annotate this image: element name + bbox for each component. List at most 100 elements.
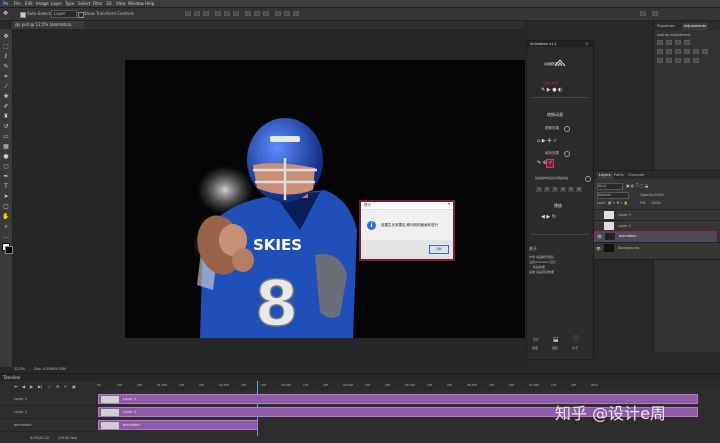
number-button[interactable]: 4 bbox=[560, 187, 566, 192]
menu-image[interactable]: Image bbox=[36, 1, 49, 6]
track-header[interactable]: animation bbox=[0, 420, 96, 432]
menu-select[interactable]: Select bbox=[78, 1, 90, 6]
tab-channels[interactable]: Channels bbox=[628, 173, 644, 178]
align-left-icon[interactable] bbox=[215, 11, 221, 16]
curves-icon[interactable] bbox=[675, 40, 681, 45]
bw-icon[interactable] bbox=[684, 49, 690, 54]
help-icon[interactable] bbox=[564, 151, 570, 157]
fill-value[interactable]: 100% bbox=[651, 201, 661, 206]
image-canvas[interactable]: 8 SKIES bbox=[125, 60, 525, 338]
visibility-icon[interactable]: 👁 bbox=[596, 246, 601, 251]
menu-type[interactable]: Type bbox=[65, 1, 74, 6]
auto-select-checkbox[interactable] bbox=[20, 12, 26, 18]
background-color-swatch[interactable] bbox=[5, 246, 13, 254]
levels-icon[interactable] bbox=[666, 40, 672, 45]
align-top-icon[interactable] bbox=[185, 11, 191, 16]
distribute-top-icon[interactable] bbox=[245, 11, 251, 16]
options-icon[interactable]: ▭ bbox=[533, 337, 539, 343]
help-icon[interactable] bbox=[564, 126, 570, 132]
save-icon[interactable]: ⬓ bbox=[553, 337, 559, 343]
menu-help[interactable]: Help bbox=[145, 1, 154, 6]
gradient-icon[interactable]: ▦ bbox=[2, 143, 10, 151]
document-tab[interactable]: 选(.psd @ 12.5% (animation, RGB/8) * bbox=[12, 21, 84, 35]
help-icon[interactable] bbox=[585, 176, 591, 182]
blur-icon[interactable]: ● bbox=[2, 153, 10, 161]
zoom-level[interactable]: 12.5% bbox=[14, 367, 25, 372]
about-label[interactable]: 关于 bbox=[572, 346, 578, 351]
layer-select[interactable]: Layer bbox=[51, 10, 77, 18]
number-button[interactable]: 5 bbox=[568, 187, 574, 192]
posterize-icon[interactable] bbox=[666, 58, 672, 63]
menu-layer[interactable]: Layer bbox=[51, 1, 62, 6]
ok-button[interactable]: OK bbox=[429, 245, 449, 254]
timeline-ruler[interactable]: 00 10f 20f 01:00f 10f 20f 02:00f 10f 20f… bbox=[97, 382, 720, 390]
info-icon[interactable]: ⓘ bbox=[573, 337, 579, 343]
quick-select-icon[interactable]: ✎ bbox=[2, 63, 10, 71]
workspace-icon[interactable] bbox=[640, 11, 646, 16]
number-button[interactable]: 1 bbox=[536, 187, 542, 192]
number-button[interactable]: 3 bbox=[552, 187, 558, 192]
zoom-icon[interactable]: ⌕ bbox=[2, 223, 10, 231]
effect-controls-1[interactable]: ⌂ ▶ ✣ ✓ bbox=[537, 139, 557, 144]
marquee-icon[interactable]: ⬚ bbox=[2, 43, 10, 51]
stamp-icon[interactable]: ♜ bbox=[2, 113, 10, 121]
filter-icons[interactable]: ▣ ◐ T ▢ ⬓ bbox=[626, 183, 648, 188]
move-tool-icon[interactable]: ✥ bbox=[3, 11, 8, 17]
first-frame-icon[interactable]: ⏮ bbox=[14, 384, 18, 389]
blend-mode-select[interactable]: Normal bbox=[597, 192, 629, 199]
transition-icon[interactable]: ▣ bbox=[72, 384, 76, 389]
tab-layers[interactable]: Layers bbox=[597, 172, 613, 179]
more-tools-icon[interactable]: … bbox=[2, 233, 10, 241]
number-button[interactable]: 6 bbox=[576, 187, 582, 192]
exposure-icon[interactable] bbox=[684, 40, 690, 45]
timeline-clip[interactable]: animation bbox=[98, 420, 258, 430]
close-icon[interactable]: × bbox=[585, 41, 588, 46]
distribute-right-icon[interactable] bbox=[293, 11, 299, 16]
effect-controls-2[interactable]: ✎ ✣ ✓ bbox=[537, 161, 553, 166]
prev-frame-icon[interactable]: ◀ bbox=[22, 384, 25, 389]
threshold-icon[interactable] bbox=[675, 58, 681, 63]
invert-icon[interactable] bbox=[657, 58, 663, 63]
visibility-icon[interactable]: 👁 bbox=[597, 234, 602, 239]
eraser-icon[interactable]: ▭ bbox=[2, 133, 10, 141]
distribute-middle-icon[interactable] bbox=[254, 11, 260, 16]
save-label[interactable]: 保存 bbox=[552, 346, 558, 351]
channel-mixer-icon[interactable] bbox=[702, 49, 708, 54]
lock-icons[interactable]: ▦ ✎ ✥ ⌗ 🔒 bbox=[608, 201, 628, 206]
color-balance-icon[interactable] bbox=[675, 49, 681, 54]
move-icon[interactable]: ✥ bbox=[2, 33, 10, 41]
gradient-map-icon[interactable] bbox=[684, 58, 690, 63]
plugin-tools-icons[interactable]: ✎ ▶ ● ◐ bbox=[541, 88, 563, 93]
healing-icon[interactable]: ✚ bbox=[2, 93, 10, 101]
align-center-icon[interactable] bbox=[224, 11, 230, 16]
menu-filter[interactable]: Filter bbox=[93, 1, 103, 6]
vibrance-icon[interactable] bbox=[657, 49, 663, 54]
brush-icon[interactable]: ✐ bbox=[2, 103, 10, 111]
options-label[interactable]: 选项 bbox=[532, 346, 538, 351]
tab-properties[interactable]: Properties bbox=[657, 24, 675, 29]
distribute-bottom-icon[interactable] bbox=[263, 11, 269, 16]
menu-3d[interactable]: 3D bbox=[106, 1, 112, 6]
pen-icon[interactable]: ✒ bbox=[2, 173, 10, 181]
search-icon[interactable] bbox=[652, 11, 658, 16]
path-select-icon[interactable]: ➤ bbox=[2, 193, 10, 201]
shape-icon[interactable]: ▢ bbox=[2, 203, 10, 211]
play-icon[interactable]: ▶ bbox=[30, 384, 33, 389]
number-button[interactable]: 2 bbox=[544, 187, 550, 192]
menu-view[interactable]: View bbox=[116, 1, 126, 6]
dodge-icon[interactable]: ○ bbox=[2, 163, 10, 171]
align-bottom-icon[interactable] bbox=[203, 11, 209, 16]
track-header[interactable]: Layer 1 bbox=[0, 394, 96, 406]
eyedropper-icon[interactable]: ⁄ bbox=[2, 83, 10, 91]
playback-controls[interactable]: ◀ ▶ ↻ bbox=[541, 215, 556, 220]
menu-edit[interactable]: Edit bbox=[25, 1, 33, 6]
distribute-center-icon[interactable] bbox=[284, 11, 290, 16]
audio-icon[interactable]: ♪ bbox=[48, 384, 51, 389]
photo-filter-icon[interactable] bbox=[693, 49, 699, 54]
close-icon[interactable]: × bbox=[447, 202, 451, 207]
hand-icon[interactable]: ✋ bbox=[2, 213, 10, 221]
current-time[interactable]: 0;00;00;22 bbox=[30, 436, 49, 441]
split-icon[interactable]: ✂ bbox=[64, 384, 67, 389]
settings-icon[interactable]: ⚙ bbox=[56, 384, 60, 389]
hue-icon[interactable] bbox=[666, 49, 672, 54]
